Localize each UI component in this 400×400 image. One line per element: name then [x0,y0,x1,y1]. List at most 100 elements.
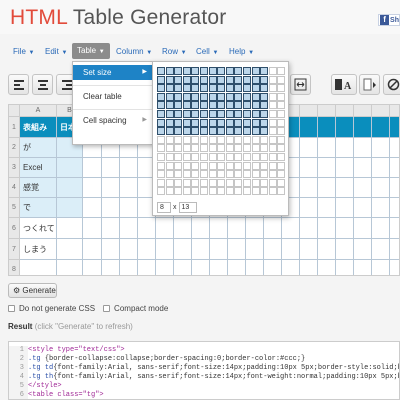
size-grid-cell[interactable] [174,153,183,161]
size-grid-cell[interactable] [234,178,243,187]
size-grid-cell[interactable] [200,110,208,118]
size-grid-cell[interactable] [260,67,269,75]
size-grid-cell[interactable] [200,118,208,127]
table-cell[interactable] [83,178,102,198]
table-cell[interactable] [264,239,282,260]
size-grid-cell[interactable] [208,170,217,179]
size-grid-cell[interactable] [157,135,165,144]
align-left-button[interactable] [8,74,29,95]
menu-column[interactable]: Column ▼ [116,44,152,59]
size-grid-cell[interactable] [208,144,217,153]
size-grid-cell[interactable] [225,127,234,136]
row-header[interactable]: 4 [9,178,20,198]
table-cell[interactable] [390,239,399,260]
table-cell[interactable] [372,198,390,218]
size-grid-cell[interactable] [243,135,251,144]
size-grid-cell[interactable] [191,178,200,187]
size-grid-cell[interactable] [157,153,165,161]
size-grid-cell[interactable] [243,67,251,75]
size-grid-cell[interactable] [182,170,191,179]
size-grid-cell[interactable] [174,110,183,118]
size-grid-cell[interactable] [225,153,234,161]
size-grid-cell[interactable] [234,75,243,84]
compact-mode-checkbox[interactable] [103,305,111,312]
size-grid-cell[interactable] [157,127,165,136]
size-grid-cell[interactable] [243,153,251,161]
size-grid-cell[interactable] [200,67,208,75]
size-grid-cell[interactable] [157,118,165,127]
table-cell[interactable] [57,239,83,260]
size-grid-cell[interactable] [200,135,208,144]
size-grid-cell[interactable] [268,92,277,101]
table-cell[interactable] [192,239,210,260]
table-cell[interactable] [372,158,390,178]
size-grid-cell[interactable] [225,144,234,153]
size-grid-cell[interactable] [208,161,217,170]
size-grid-cell[interactable] [217,178,226,187]
size-grid-cell[interactable] [217,110,226,118]
table-cell[interactable] [282,239,300,260]
table-cell[interactable]: つくれて [20,218,57,239]
table-cell[interactable] [372,117,390,138]
text-color-button[interactable]: A [331,74,357,95]
row-header[interactable]: 1 [9,117,20,138]
size-grid-cell[interactable] [234,161,243,170]
table-cell[interactable]: で [20,198,57,218]
size-grid-cell[interactable] [165,170,174,179]
size-grid-cell[interactable] [277,110,286,118]
table-cell[interactable] [336,138,354,158]
size-grid-cell[interactable] [234,67,243,75]
column-header[interactable] [354,105,372,117]
size-grid-cell[interactable] [243,118,251,127]
table-cell[interactable] [300,117,318,138]
table-cell[interactable] [336,158,354,178]
size-grid-cell[interactable] [191,92,200,101]
table-cell[interactable] [318,260,336,275]
size-grid-cell[interactable] [174,161,183,170]
size-grid-cell[interactable] [182,178,191,187]
merge-cells-button[interactable] [290,74,311,95]
size-grid-cell[interactable] [268,75,277,84]
size-grid-cell[interactable] [217,101,226,110]
table-cell[interactable] [390,218,399,239]
size-grid-cell[interactable] [157,110,165,118]
size-grid-cell[interactable] [268,170,277,179]
menu-item-set-size[interactable]: Set size ▶ [73,65,152,80]
size-grid-cell[interactable] [191,84,200,93]
size-grid-cell[interactable] [157,92,165,101]
result-code-box[interactable]: 1 <style type="text/css"> 2 .tg {border-col… [8,341,400,400]
table-cell[interactable] [174,218,192,239]
size-grid-cell[interactable] [277,178,286,187]
size-grid-cell[interactable] [277,101,286,110]
size-grid-cell[interactable] [243,187,251,196]
row-header[interactable]: 7 [9,239,20,260]
size-grid-cell[interactable] [182,101,191,110]
size-grid-cell[interactable] [268,161,277,170]
table-cell[interactable] [120,198,138,218]
table-cell[interactable] [228,239,246,260]
size-grid-cell[interactable] [182,84,191,93]
size-grid-cell[interactable] [174,118,183,127]
size-grid-cell[interactable] [208,84,217,93]
table-cell[interactable] [264,260,282,275]
table-cell[interactable] [57,178,83,198]
size-grid-cell[interactable] [251,135,260,144]
clear-format-button[interactable] [383,74,400,95]
size-grid-cell[interactable] [200,84,208,93]
size-grid-cell[interactable] [208,92,217,101]
table-cell[interactable] [210,218,228,239]
size-grid-cell[interactable] [277,187,286,196]
size-grid-cell[interactable] [251,118,260,127]
size-grid-cell[interactable] [234,110,243,118]
table-cell[interactable] [102,158,120,178]
size-grid-cell[interactable] [200,75,208,84]
size-grid-cell[interactable] [191,110,200,118]
size-grid-cell[interactable] [165,187,174,196]
size-grid-cell[interactable] [165,84,174,93]
size-grid-cell[interactable] [174,67,183,75]
size-grid-cell[interactable] [234,101,243,110]
size-grid-cell[interactable] [208,75,217,84]
table-cell[interactable]: が [20,138,57,158]
table-cell[interactable] [120,260,138,275]
size-grid-cell[interactable] [243,75,251,84]
